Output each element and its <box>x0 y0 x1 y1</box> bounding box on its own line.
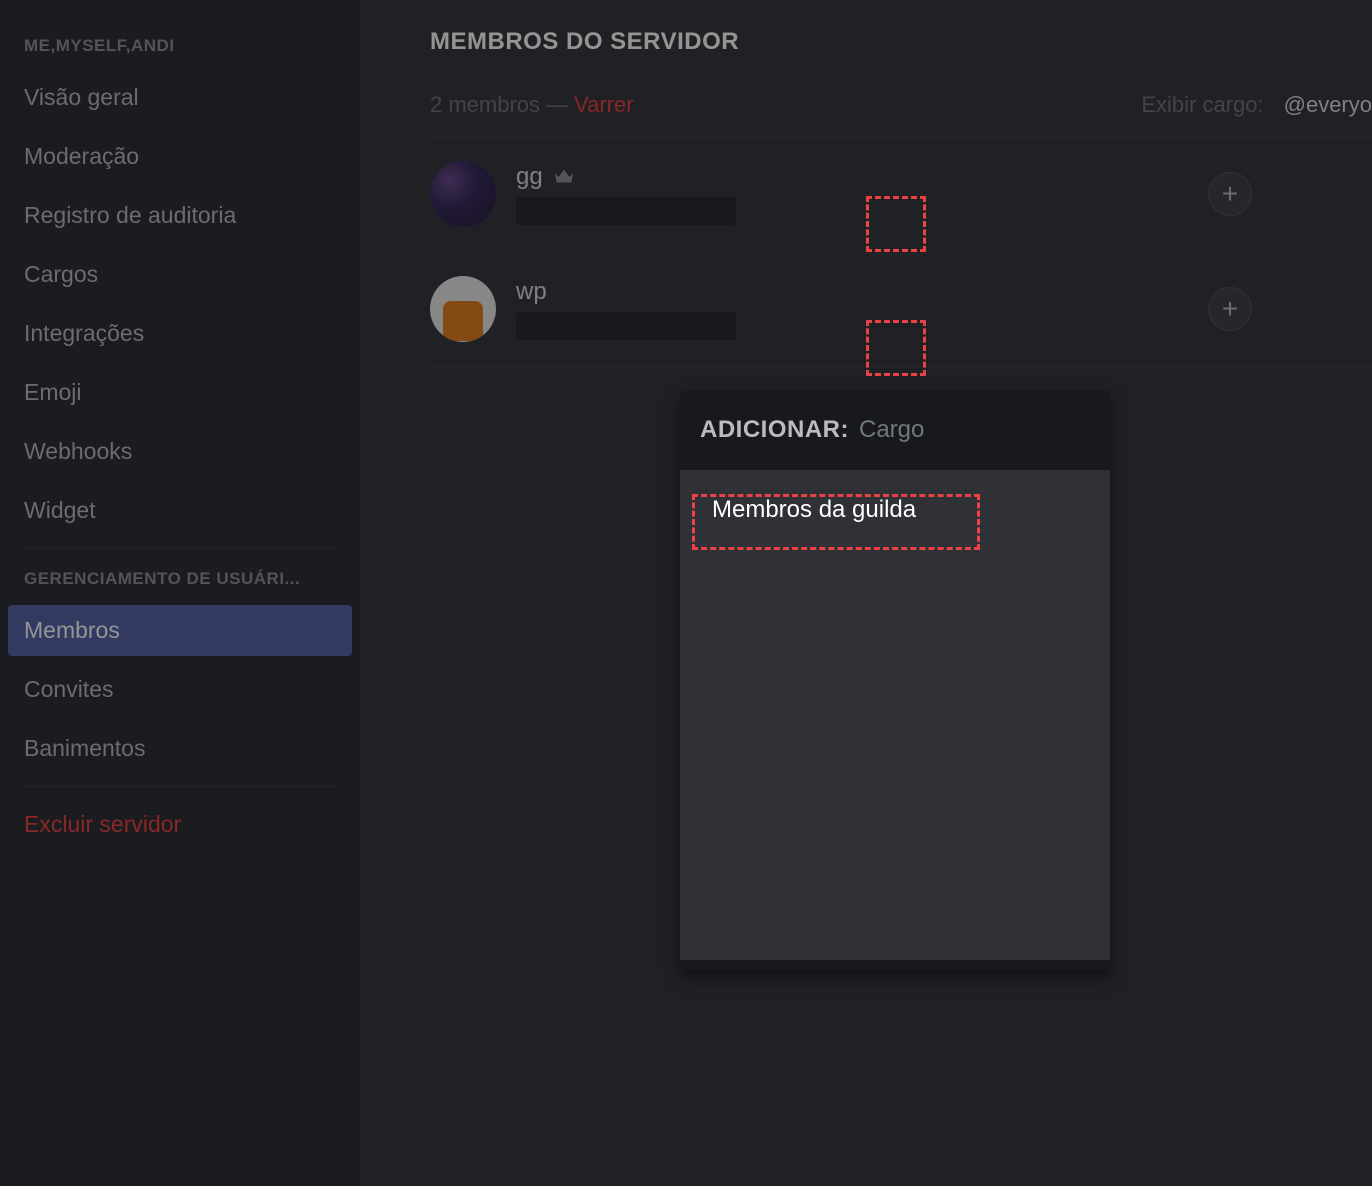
sidebar-divider <box>24 786 336 787</box>
sidebar-item-roles[interactable]: Cargos <box>8 249 352 300</box>
sidebar-item-invites[interactable]: Convites <box>8 664 352 715</box>
role-option[interactable]: Membros da guilda <box>692 482 936 538</box>
member-name: gg <box>516 163 543 191</box>
add-role-button[interactable]: + <box>1208 172 1252 216</box>
sidebar-item-delete-server[interactable]: Excluir servidor <box>8 799 352 850</box>
sidebar-item-overview[interactable]: Visão geral <box>8 72 352 123</box>
popover-label: ADICIONAR: <box>700 416 849 444</box>
member-name: wp <box>516 278 547 306</box>
sidebar-item-widget[interactable]: Widget <box>8 485 352 536</box>
members-info-bar: 2 membros — Varrer Exibir cargo: @everyo <box>430 92 1372 118</box>
member-tag-redacted <box>516 197 736 225</box>
settings-sidebar: ME,MYSELF,ANDI Visão geral Moderação Reg… <box>0 0 360 1186</box>
members-count: 2 membros <box>430 92 540 118</box>
prune-link[interactable]: Varrer <box>574 92 634 118</box>
member-row: gg + <box>430 137 1372 252</box>
sidebar-item-members[interactable]: Membros <box>8 605 352 656</box>
sidebar-item-bans[interactable]: Banimentos <box>8 723 352 774</box>
sidebar-item-emoji[interactable]: Emoji <box>8 367 352 418</box>
sidebar-item-audit-log[interactable]: Registro de auditoria <box>8 190 352 241</box>
avatar[interactable] <box>430 276 496 342</box>
crown-icon <box>553 166 575 188</box>
member-tag-redacted <box>516 312 736 340</box>
sidebar-divider <box>24 548 336 549</box>
add-role-popover: ADICIONAR: Cargo Membros da guilda <box>680 390 1110 970</box>
display-role-label: Exibir cargo: <box>1141 92 1263 118</box>
dash: — <box>546 92 568 118</box>
popover-input-placeholder[interactable]: Cargo <box>859 416 924 444</box>
sidebar-server-name: ME,MYSELF,ANDI <box>8 28 352 72</box>
member-row: wp + <box>430 252 1372 367</box>
sidebar-item-moderation[interactable]: Moderação <box>8 131 352 182</box>
page-title: MEMBROS DO SERVIDOR <box>430 28 1372 56</box>
add-role-button[interactable]: + <box>1208 287 1252 331</box>
avatar[interactable] <box>430 161 496 227</box>
sidebar-section-user-management: GERENCIAMENTO DE USUÁRI... <box>8 561 352 605</box>
sidebar-item-integrations[interactable]: Integrações <box>8 308 352 359</box>
sidebar-item-webhooks[interactable]: Webhooks <box>8 426 352 477</box>
display-role-select[interactable]: @everyo <box>1284 92 1372 118</box>
